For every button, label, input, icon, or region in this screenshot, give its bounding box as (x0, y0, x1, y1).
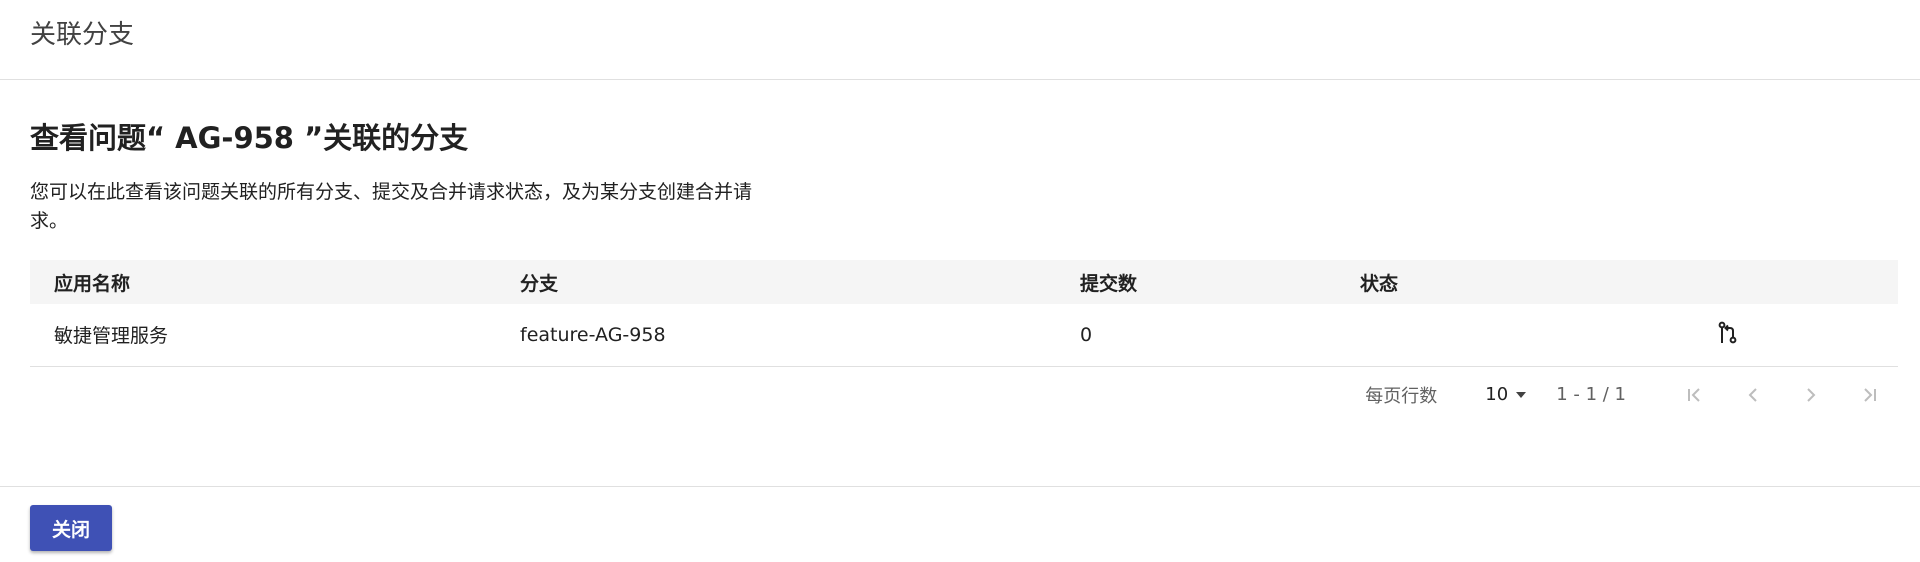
page-size-select[interactable]: 10 (1485, 384, 1527, 405)
branch-table: 应用名称 分支 提交数 状态 敏捷管理服务 feature-AG-958 0 (30, 260, 1898, 367)
column-header-status: 状态 (1360, 272, 1399, 295)
dialog-title: 关联分支 (30, 20, 135, 50)
cell-action (1718, 304, 1898, 366)
previous-page-icon (1748, 387, 1757, 402)
dialog-header: 关联分支 (0, 0, 1920, 80)
first-page-icon (1688, 387, 1700, 402)
last-page-button[interactable] (1840, 375, 1898, 415)
previous-page-button[interactable] (1724, 375, 1782, 415)
column-header-branch: 分支 (520, 272, 559, 295)
close-button[interactable]: 关闭 (30, 505, 112, 551)
dialog-content: 查看问题“ AG-958 ”关联的分支 您可以在此查看该问题关联的所有分支、提交… (0, 80, 1920, 423)
cell-branch: feature-AG-958 (520, 323, 666, 346)
next-page-icon (1807, 387, 1816, 402)
merge-request-icon (1718, 321, 1737, 344)
cell-app-name: 敏捷管理服务 (54, 325, 169, 348)
page-heading: 查看问题“ AG-958 ”关联的分支 (30, 121, 469, 155)
paginator: 每页行数 10 1 - 1 / 1 (30, 367, 1898, 423)
page-description: 您可以在此查看该问题关联的所有分支、提交及合并请求状态，及为某分支创建合并请求。 (30, 181, 753, 232)
page-size-value: 10 (1485, 384, 1509, 405)
column-header-action (1740, 260, 1898, 304)
first-page-button[interactable] (1666, 375, 1724, 415)
rows-per-page-label: 每页行数 (1365, 385, 1438, 407)
page-range-label: 1 - 1 / 1 (1556, 384, 1626, 405)
link-branch-dialog: 关联分支 查看问题“ AG-958 ”关联的分支 您可以在此查看该问题关联的所有… (0, 0, 1920, 562)
cell-status (1360, 304, 1740, 366)
dropdown-caret-icon (1516, 391, 1527, 398)
last-page-icon (1864, 387, 1876, 402)
table-header-row: 应用名称 分支 提交数 状态 (30, 260, 1898, 304)
create-merge-request-button[interactable] (1714, 319, 1742, 347)
next-page-button[interactable] (1782, 375, 1840, 415)
table-row: 敏捷管理服务 feature-AG-958 0 (30, 304, 1898, 366)
cell-commits: 0 (1080, 323, 1093, 346)
dialog-footer: 关闭 (0, 486, 1920, 562)
column-header-commits: 提交数 (1080, 272, 1138, 295)
column-header-app-name: 应用名称 (54, 272, 131, 295)
